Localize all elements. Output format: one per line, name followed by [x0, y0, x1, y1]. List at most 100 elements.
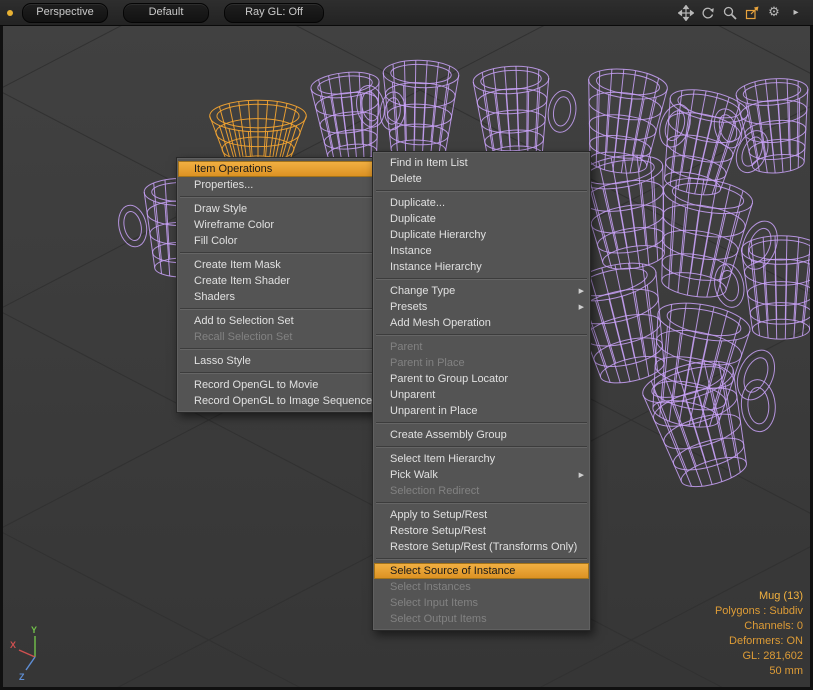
status-focal-length: 50 mm — [715, 664, 803, 679]
menu-item-add-to-selection-set[interactable]: Add to Selection Set — [178, 313, 374, 329]
menu-item-label: Unparent in Place — [390, 405, 477, 417]
toolbar-icon-group: ⚙ ▸ — [677, 4, 813, 22]
menu-item-label: Record OpenGL to Movie — [194, 379, 318, 391]
menu-item-label: Duplicate... — [390, 197, 445, 209]
menu-item-add-mesh-operation[interactable]: Add Mesh Operation — [374, 315, 589, 331]
menu-item-create-item-shader[interactable]: Create Item Shader — [178, 273, 374, 289]
menu-item-label: Selection Redirect — [390, 485, 479, 497]
menu-item-unparent[interactable]: Unparent — [374, 387, 589, 403]
menu-item-select-input-items: Select Input Items — [374, 595, 589, 611]
menu-item-item-operations[interactable]: Item Operations — [178, 161, 374, 177]
menu-item-instance-hierarchy[interactable]: Instance Hierarchy — [374, 259, 589, 275]
menu-item-label: Duplicate — [390, 213, 436, 225]
menu-item-create-assembly-group[interactable]: Create Assembly Group — [374, 427, 589, 443]
axis-label-z: Z — [19, 672, 25, 682]
status-deformers: Deformers: ON — [715, 634, 803, 649]
application-window: Perspective Default Ray GL: Off — [0, 0, 813, 690]
raygl-dropdown[interactable]: Ray GL: Off — [224, 3, 324, 23]
menu-item-instance[interactable]: Instance — [374, 243, 589, 259]
rotate-icon[interactable] — [699, 4, 717, 22]
menu-item-label: Add Mesh Operation — [390, 317, 491, 329]
menu-item-label: Draw Style — [194, 203, 247, 215]
menu-item-unparent-in-place[interactable]: Unparent in Place — [374, 403, 589, 419]
menu-item-pick-walk[interactable]: Pick Walk ▶ — [374, 467, 589, 483]
gear-icon[interactable]: ⚙ — [765, 4, 783, 22]
menu-item-parent-in-place: Parent in Place — [374, 355, 589, 371]
zoom-icon[interactable] — [721, 4, 739, 22]
menu-item-parent-to-group-locator[interactable]: Parent to Group Locator — [374, 371, 589, 387]
menu-item-fill-color[interactable]: Fill Color — [178, 233, 374, 249]
menu-item-select-source-of-instance[interactable]: Select Source of Instance — [374, 563, 589, 579]
wireframe-mug — [638, 343, 796, 496]
menu-item-label: Select Output Items — [390, 613, 487, 625]
menu-item-label: Create Assembly Group — [390, 429, 507, 441]
menu-item-label: Select Input Items — [390, 597, 478, 609]
menu-item-label: Create Item Mask — [194, 259, 281, 271]
menu-item-label: Create Item Shader — [194, 275, 290, 287]
menu-item-label: Select Source of Instance — [390, 565, 515, 577]
menu-item-selection-redirect: Selection Redirect — [374, 483, 589, 499]
axis-gizmo: Y X Z — [9, 623, 61, 683]
item-operations-submenu: Find in Item ListDelete Duplicate... Dupli… — [372, 151, 591, 631]
menu-item-delete[interactable]: Delete — [374, 171, 589, 187]
menu-item-label: Properties... — [194, 179, 253, 191]
menu-item-label: Unparent — [390, 389, 435, 401]
context-menu: Item Operations Properties... Draw Style Wi… — [176, 157, 376, 413]
menu-item-label: Presets — [390, 301, 427, 313]
status-polygons: Polygons : Subdiv — [715, 604, 803, 619]
menu-item-label: Instance — [390, 245, 432, 257]
perspective-dropdown[interactable]: Perspective — [22, 3, 108, 23]
viewport-active-dot — [7, 10, 13, 16]
menu-item-apply-to-setup-rest[interactable]: Apply to Setup/Rest — [374, 507, 589, 523]
menu-separator — [376, 334, 587, 336]
submenu-arrow-icon: ▶ — [579, 467, 584, 483]
menu-item-parent: Parent — [374, 339, 589, 355]
menu-item-label: Instance Hierarchy — [390, 261, 482, 273]
status-readout: Mug (13) Polygons : Subdiv Channels: 0 D… — [715, 589, 803, 679]
menu-item-create-item-mask[interactable]: Create Item Mask — [178, 257, 374, 273]
shading-default-dropdown[interactable]: Default — [123, 3, 209, 23]
menu-item-label: Restore Setup/Rest — [390, 525, 486, 537]
menu-item-draw-style[interactable]: Draw Style — [178, 201, 374, 217]
maximize-icon[interactable] — [743, 4, 761, 22]
menu-item-record-opengl-to-image-sequence[interactable]: Record OpenGL to Image Sequence — [178, 393, 374, 409]
viewport-toolbar: Perspective Default Ray GL: Off — [0, 0, 813, 26]
menu-separator — [376, 190, 587, 192]
menu-item-label: Parent to Group Locator — [390, 373, 508, 385]
menu-item-duplicate-hierarchy[interactable]: Duplicate Hierarchy — [374, 227, 589, 243]
menu-item-properties[interactable]: Properties... — [178, 177, 374, 193]
menu-separator — [180, 348, 372, 350]
menu-item-record-opengl-to-movie[interactable]: Record OpenGL to Movie — [178, 377, 374, 393]
menu-item-label: Record OpenGL to Image Sequence — [194, 395, 372, 407]
menu-item-label: Restore Setup/Rest (Transforms Only) — [390, 541, 577, 553]
menu-item-restore-setup-rest-transforms-only[interactable]: Restore Setup/Rest (Transforms Only) — [374, 539, 589, 555]
menu-item-duplicate[interactable]: Duplicate... — [374, 195, 589, 211]
menu-item-find-in-item-list[interactable]: Find in Item List — [374, 155, 589, 171]
menu-item-presets[interactable]: Presets ▶ — [374, 299, 589, 315]
menu-item-label: Wireframe Color — [194, 219, 274, 231]
menu-item-label: Apply to Setup/Rest — [390, 509, 487, 521]
menu-item-restore-setup-rest[interactable]: Restore Setup/Rest — [374, 523, 589, 539]
flyout-arrow-icon[interactable]: ▸ — [787, 4, 805, 22]
pan-icon[interactable] — [677, 4, 695, 22]
menu-item-shaders[interactable]: Shaders — [178, 289, 374, 305]
menu-item-label: Pick Walk — [390, 469, 438, 481]
menu-separator — [180, 252, 372, 254]
menu-item-change-type[interactable]: Change Type▶ — [374, 283, 589, 299]
menu-separator — [376, 446, 587, 448]
menu-item-select-item-hierarchy[interactable]: Select Item Hierarchy — [374, 451, 589, 467]
menu-separator — [376, 558, 587, 560]
menu-item-label: Change Type — [390, 285, 455, 297]
submenu-arrow-icon: ▶ — [579, 299, 584, 315]
menu-separator — [180, 308, 372, 310]
status-gl-count: GL: 281,602 — [715, 649, 803, 664]
menu-item-label: Parent — [390, 341, 422, 353]
menu-item-recall-selection-set: Recall Selection Set — [178, 329, 374, 345]
menu-separator — [376, 278, 587, 280]
menu-item-lasso-style[interactable]: Lasso Style — [178, 353, 374, 369]
menu-item-label: Shaders — [194, 291, 235, 303]
axis-label-x: X — [10, 640, 16, 650]
menu-item-duplicate[interactable]: Duplicate — [374, 211, 589, 227]
menu-item-label: Recall Selection Set — [194, 331, 292, 343]
menu-item-wireframe-color[interactable]: Wireframe Color — [178, 217, 374, 233]
